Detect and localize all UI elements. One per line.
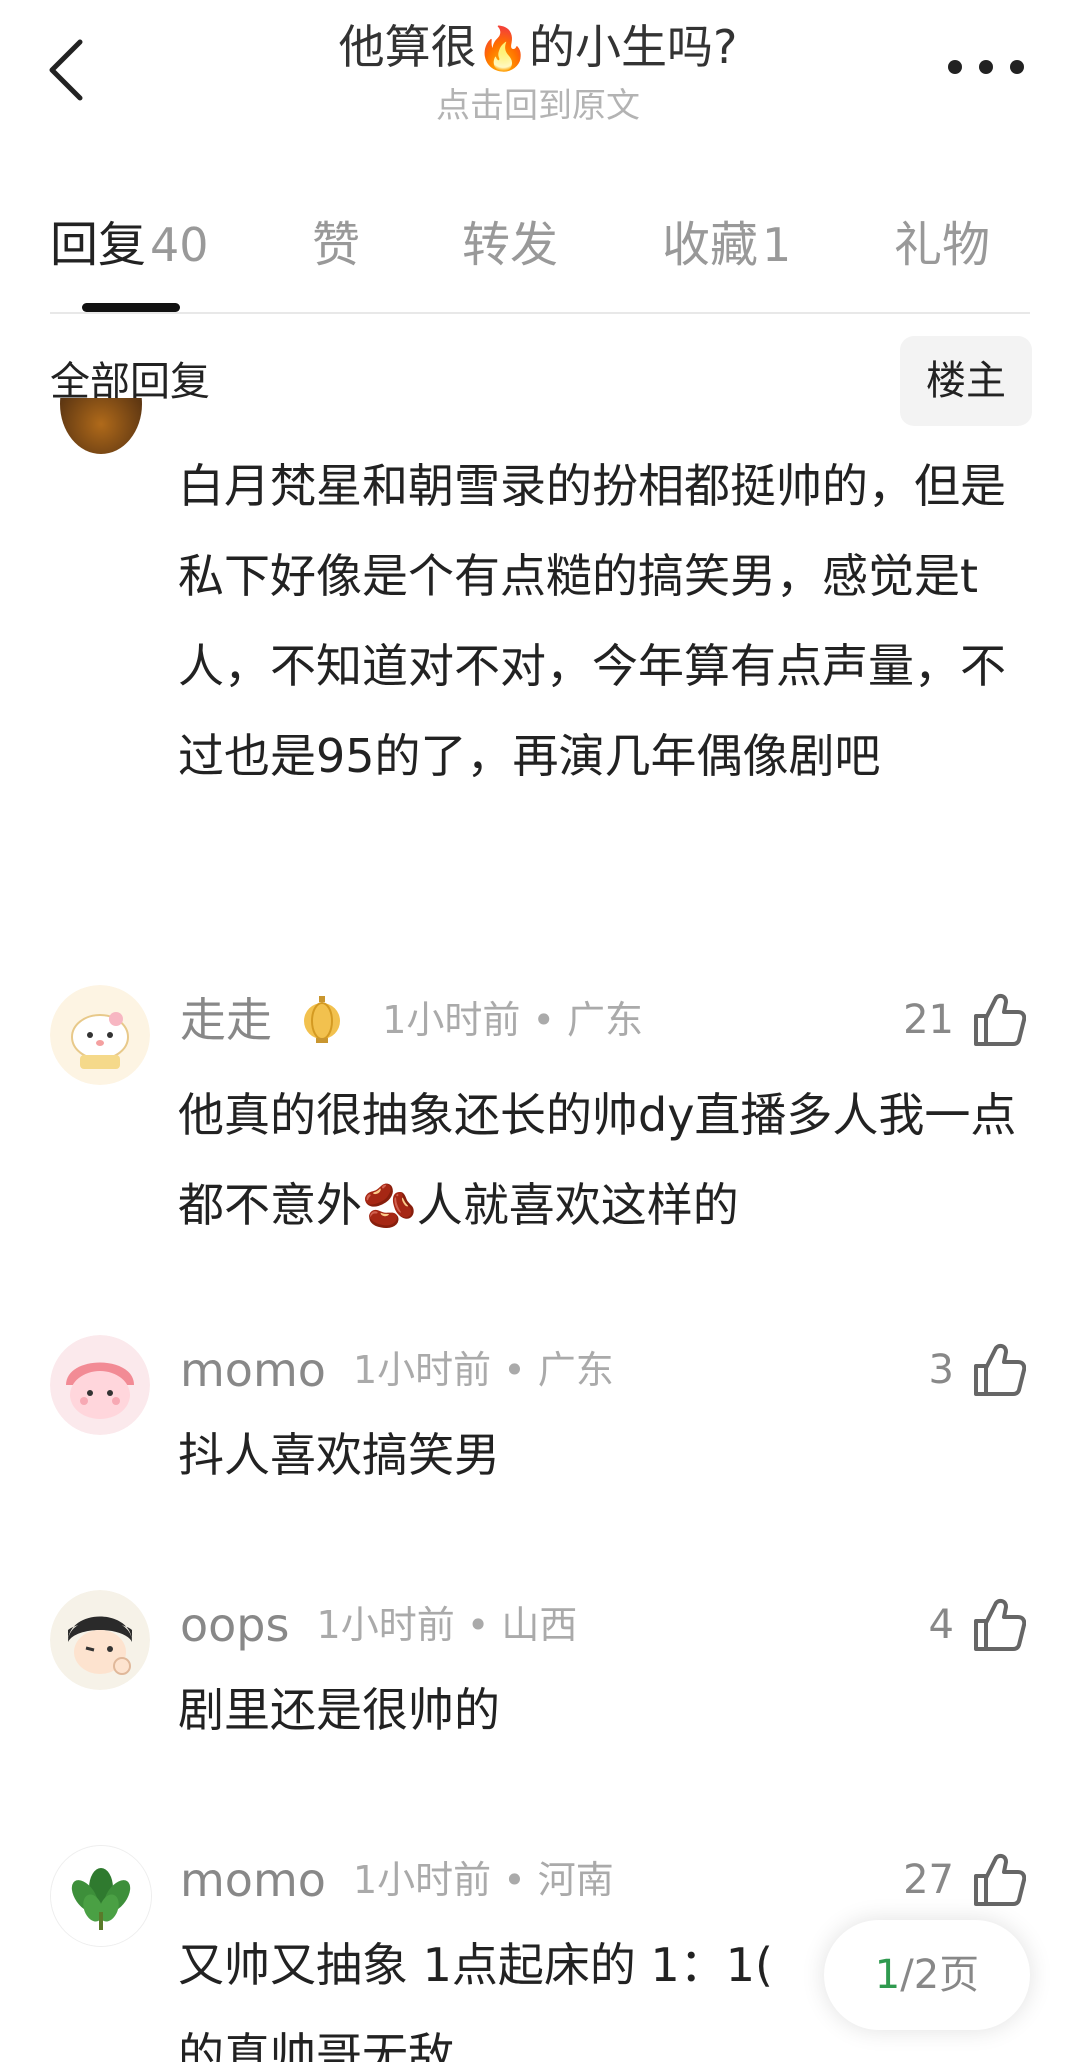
comment-location: 山西 <box>501 1603 578 1647</box>
like-count: 27 <box>903 1857 954 1903</box>
thumbs-up-icon <box>972 1342 1026 1398</box>
tab-replies[interactable]: 回复40 <box>50 210 209 280</box>
username[interactable]: 走走 <box>180 993 272 1047</box>
comment-meta: oops 1小时前 • 山西 <box>180 1598 578 1652</box>
total-pages: /2页 <box>900 1952 980 1998</box>
comment-text: 剧里还是很帅的 <box>178 1683 500 1737</box>
comment-time: 1小时前 <box>316 1603 455 1647</box>
title-block[interactable]: 他算很🔥的小生吗? 点击回到原文 <box>200 10 876 126</box>
comment-time: 1小时前 <box>353 1348 492 1392</box>
like-count: 3 <box>928 1347 954 1393</box>
back-button[interactable] <box>40 30 90 110</box>
comment-time: 1小时前 <box>353 1858 492 1902</box>
fire-icon: 🔥 <box>476 24 529 73</box>
comment-text: 抖人喜欢搞笑男 <box>178 1428 500 1482</box>
username[interactable]: momo <box>180 1853 326 1907</box>
like-count: 21 <box>903 997 954 1043</box>
thumbs-up-icon <box>972 1597 1026 1653</box>
plant-avatar-icon <box>51 1846 151 1946</box>
cartoon-avatar-icon <box>50 985 150 1085</box>
reply-page: 他算很🔥的小生吗? 点击回到原文 回复40 赞 转发 收藏1 礼物 全部回复 楼… <box>0 0 1076 2062</box>
current-page: 1 <box>874 1952 901 1998</box>
comment-location: 河南 <box>537 1858 614 1902</box>
back-to-original-link[interactable]: 点击回到原文 <box>200 86 876 126</box>
like-button[interactable]: 4 <box>929 1590 1026 1660</box>
tab-likes[interactable]: 赞 <box>312 210 360 280</box>
like-button[interactable]: 21 <box>903 985 1026 1055</box>
avatar[interactable] <box>50 1590 150 1690</box>
comment-meta: momo 1小时前 • 河南 <box>180 1853 614 1907</box>
active-tab-indicator <box>82 303 180 312</box>
cartoon-avatar-icon <box>50 1335 150 1435</box>
page-indicator[interactable]: 1/2页 <box>824 1920 1030 2030</box>
thumbs-up-icon <box>972 992 1026 1048</box>
tab-gifts[interactable]: 礼物 <box>894 210 990 280</box>
more-dots-icon <box>948 60 962 74</box>
more-options-button[interactable] <box>946 52 1026 82</box>
chevron-left-icon <box>49 39 83 101</box>
username[interactable]: oops <box>180 1598 289 1652</box>
avatar[interactable] <box>50 1335 150 1435</box>
comment-location: 广东 <box>537 1348 614 1392</box>
tab-reposts[interactable]: 转发 <box>462 210 558 280</box>
like-button[interactable]: 3 <box>929 1335 1026 1405</box>
comment-text: 白月梵星和朝雪录的扮相都挺帅的，但是私下好像是个有点糙的搞笑男，感觉是t人，不知… <box>178 459 1006 783</box>
owner-only-button[interactable]: 楼主 <box>900 336 1032 426</box>
comment-location: 广东 <box>566 998 643 1042</box>
avatar[interactable] <box>60 398 142 456</box>
like-button[interactable]: 27 <box>903 1845 1026 1915</box>
cartoon-avatar-icon <box>50 1590 150 1690</box>
beans-icon: 🫘 <box>362 1181 417 1232</box>
tab-bar: 回复40 赞 转发 收藏1 礼物 <box>50 210 1030 310</box>
comment-meta: 走走 1小时前 • 广东 <box>180 993 643 1047</box>
like-count: 4 <box>928 1602 954 1648</box>
comment-time: 1小时前 <box>382 998 521 1042</box>
lantern-badge-icon <box>304 996 341 1043</box>
divider <box>50 312 1030 314</box>
avatar[interactable] <box>50 985 150 1085</box>
username[interactable]: momo <box>180 1343 326 1397</box>
comment-meta: momo 1小时前 • 广东 <box>180 1343 614 1397</box>
avatar[interactable] <box>50 1845 152 1947</box>
tab-favorites[interactable]: 收藏1 <box>662 210 791 280</box>
post-title: 他算很🔥的小生吗? <box>338 20 738 74</box>
thumbs-up-icon <box>972 1852 1026 1908</box>
comment-text: 他真的很抽象还长的帅dy直播多人我一点都不意外🫘人就喜欢这样的 <box>178 1088 1017 1232</box>
